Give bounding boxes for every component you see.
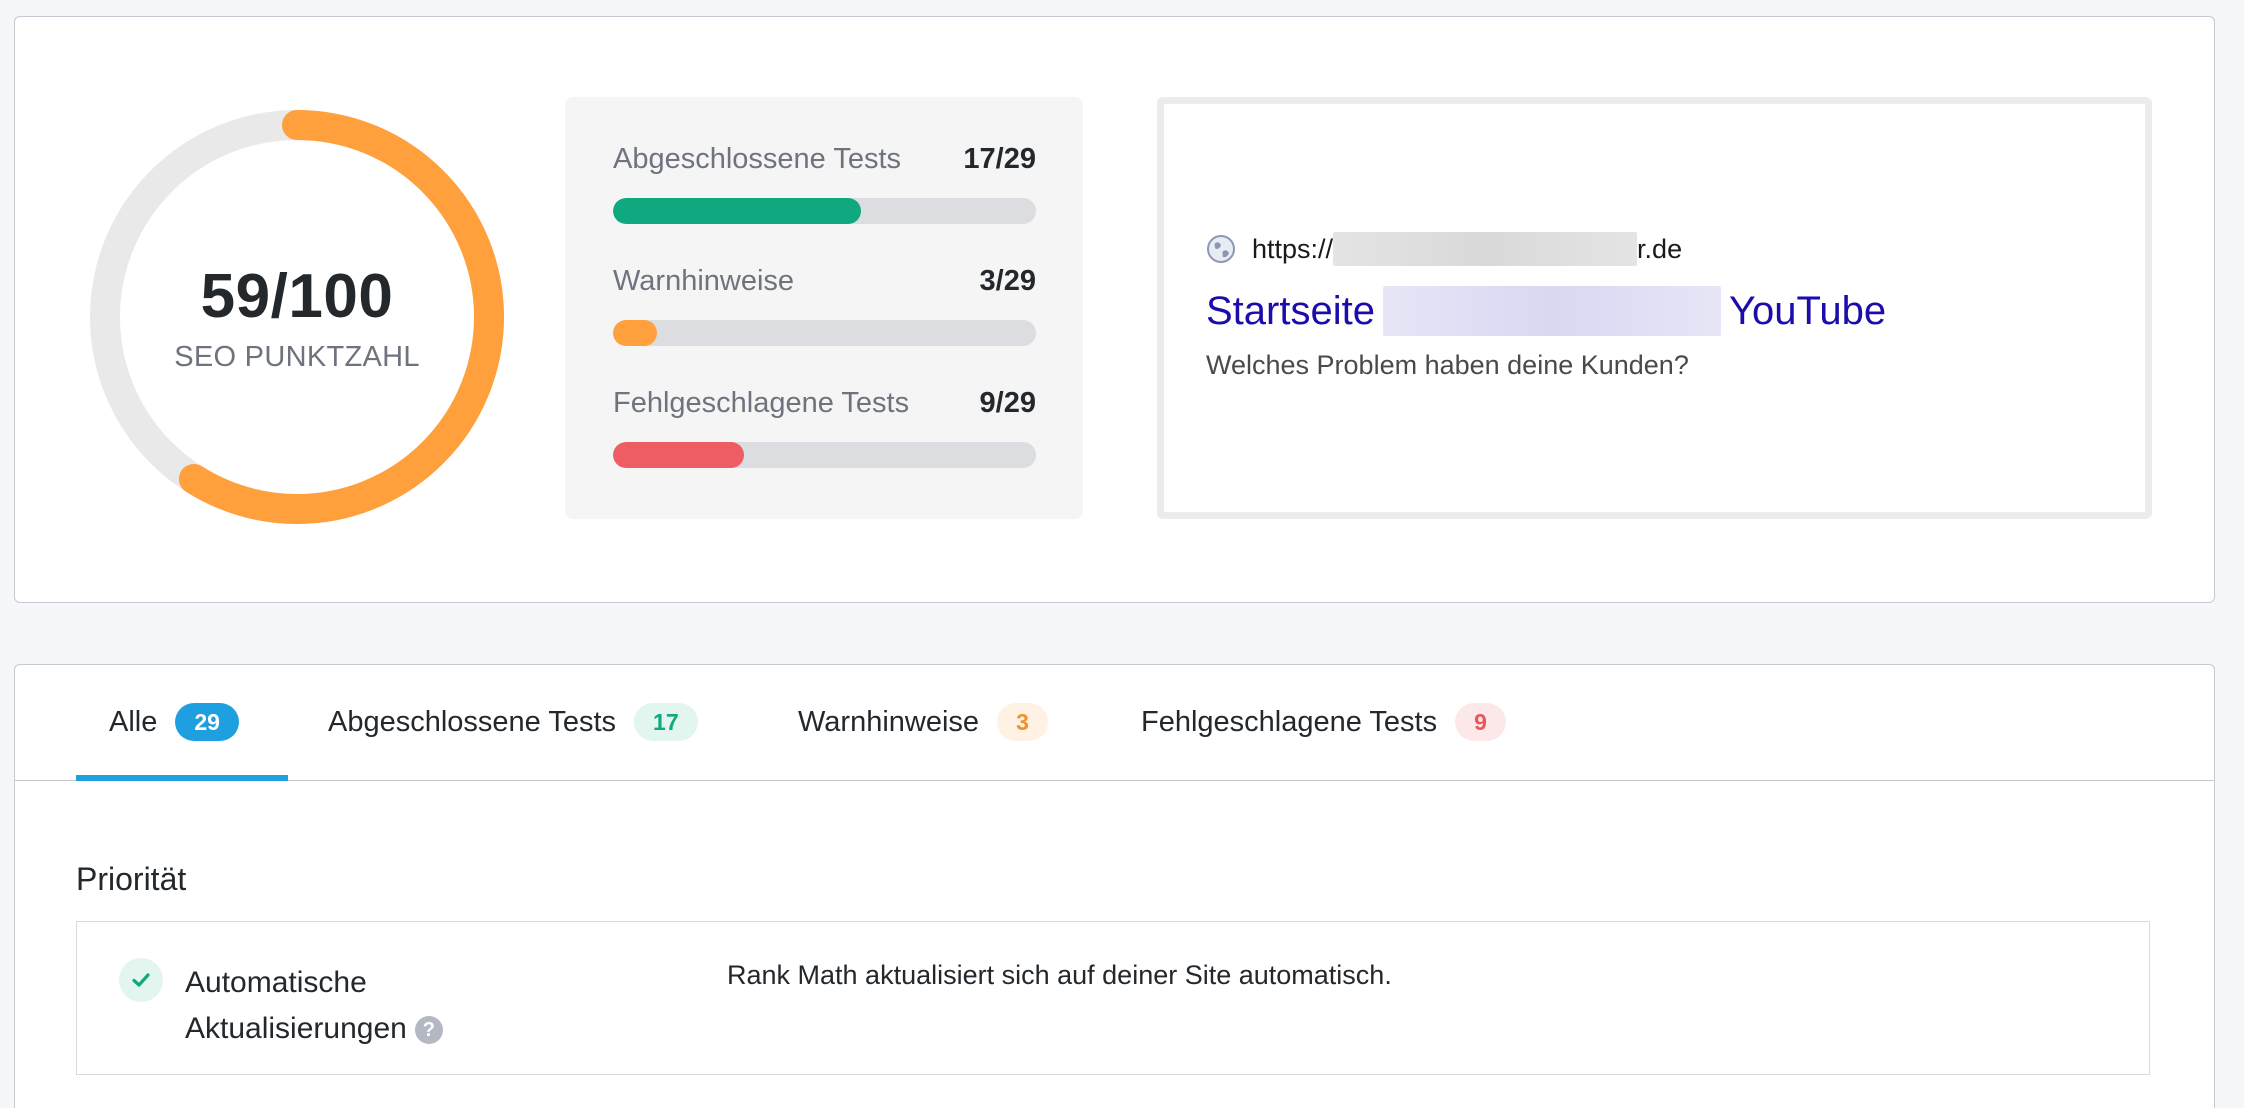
active-tab-indicator [76,775,288,781]
check-icon [119,958,163,1002]
progress-bar-fill [613,320,657,346]
test-stats-box: Abgeschlossene Tests 17/29 Warnhinweise … [565,97,1083,519]
serp-preview: https:// r.de Startseite YouTube Welches… [1157,97,2152,519]
stat-label: Warnhinweise [613,265,795,297]
serp-url-row: https:// r.de [1206,232,1682,266]
redacted-title [1382,286,1721,336]
filter-tabs: Alle 29 Abgeschlossene Tests 17 Warnhinw… [15,665,2214,781]
stat-failed: Fehlgeschlagene Tests 9/29 [613,387,1036,468]
stat-warnings: Warnhinweise 3/29 [613,265,1036,346]
stat-passed: Abgeschlossene Tests 17/29 [613,143,1036,224]
redacted-url [1333,232,1638,266]
tab-failed[interactable]: Fehlgeschlagene Tests 9 [1141,701,1506,781]
serp-url[interactable]: https:// r.de [1252,232,1682,266]
count-badge: 17 [634,703,698,741]
test-results-card: Alle 29 Abgeschlossene Tests 17 Warnhinw… [14,664,2215,1108]
stat-label: Fehlgeschlagene Tests [613,387,910,419]
seo-score-card: 59/100 SEO PUNKTZAHL Abgeschlossene Test… [14,16,2215,603]
stat-count: 3/29 [979,265,1036,297]
serp-title[interactable]: Startseite YouTube [1206,286,1886,336]
progress-bar-fill [613,198,861,224]
help-icon[interactable]: ? [414,1016,443,1045]
stat-label: Abgeschlossene Tests [613,143,902,175]
count-badge: 29 [175,703,239,741]
progress-bar-fill [613,442,745,468]
seo-score-gauge: 59/100 SEO PUNKTZAHL [77,97,517,537]
serp-description: Welches Problem haben deine Kunden? [1206,350,1689,380]
section-title: Priorität [76,861,187,897]
progress-bar [613,198,1036,224]
tab-passed[interactable]: Abgeschlossene Tests 17 [328,701,698,781]
progress-bar [613,442,1036,468]
check-item: Automatische Aktualisierungen? Rank Math… [76,921,2150,1075]
score-label: SEO PUNKTZAHL [174,341,420,373]
check-title: Automatische Aktualisierungen? [185,960,505,1052]
tab-all[interactable]: Alle 29 [109,701,239,781]
tab-warnings[interactable]: Warnhinweise 3 [798,701,1048,781]
count-badge: 9 [1455,703,1506,741]
progress-bar [613,320,1036,346]
score-value: 59/100 [200,262,394,331]
stat-count: 9/29 [979,387,1036,419]
check-description: Rank Math aktualisiert sich auf deiner S… [727,960,1392,990]
globe-icon [1207,235,1235,263]
stat-count: 17/29 [963,143,1036,175]
count-badge: 3 [997,703,1048,741]
